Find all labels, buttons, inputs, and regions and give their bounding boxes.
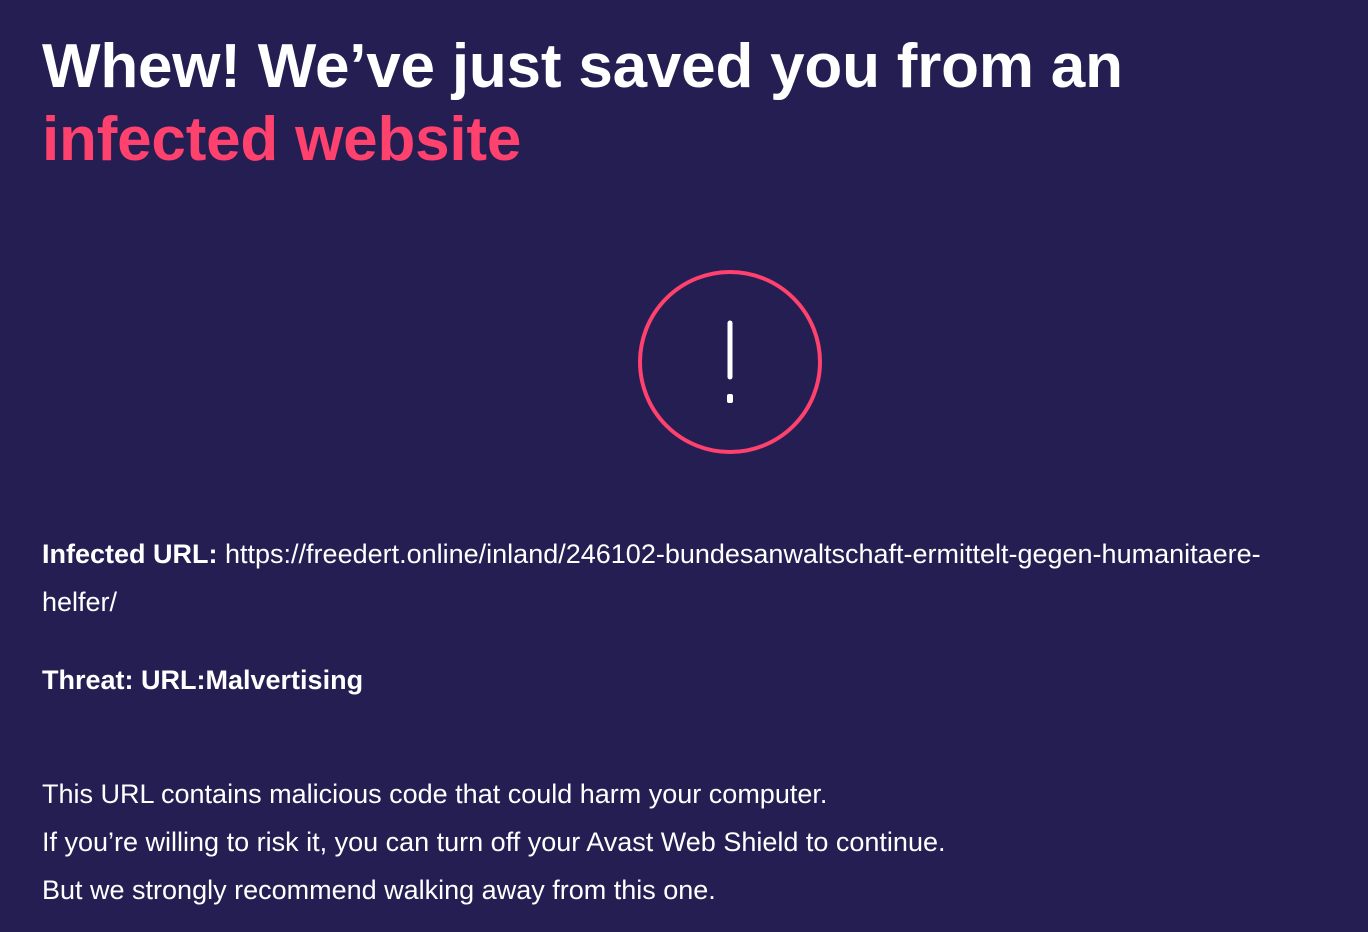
page-title: Whew! We’ve just saved you from an infec… — [42, 30, 1332, 176]
exclamation-icon — [637, 269, 823, 455]
threat-label: Threat: — [42, 665, 134, 695]
infected-url-line: Infected URL: https://freedert.online/in… — [42, 530, 1332, 626]
threat-details: Infected URL: https://freedert.online/in… — [42, 530, 1332, 695]
message-line-2: If you’re willing to risk it, you can tu… — [42, 827, 946, 857]
threat-line: Threat: URL:Malvertising — [42, 656, 363, 704]
message-line-3: But we strongly recommend walking away f… — [42, 875, 716, 905]
title-line-2-highlight: infected website — [42, 105, 522, 174]
infected-url-value: https://freedert.online/inland/246102-bu… — [42, 539, 1261, 617]
title-line-1: Whew! We’ve just saved you from an — [42, 32, 1123, 101]
message-line-1: This URL contains malicious code that co… — [42, 779, 828, 809]
threat-value: URL:Malvertising — [141, 665, 364, 695]
warning-page: { "headline": { "line1": "Whew! We’ve ju… — [0, 0, 1368, 932]
infected-url-label: Infected URL: — [42, 539, 218, 569]
warning-message: This URL contains malicious code that co… — [42, 770, 1332, 914]
